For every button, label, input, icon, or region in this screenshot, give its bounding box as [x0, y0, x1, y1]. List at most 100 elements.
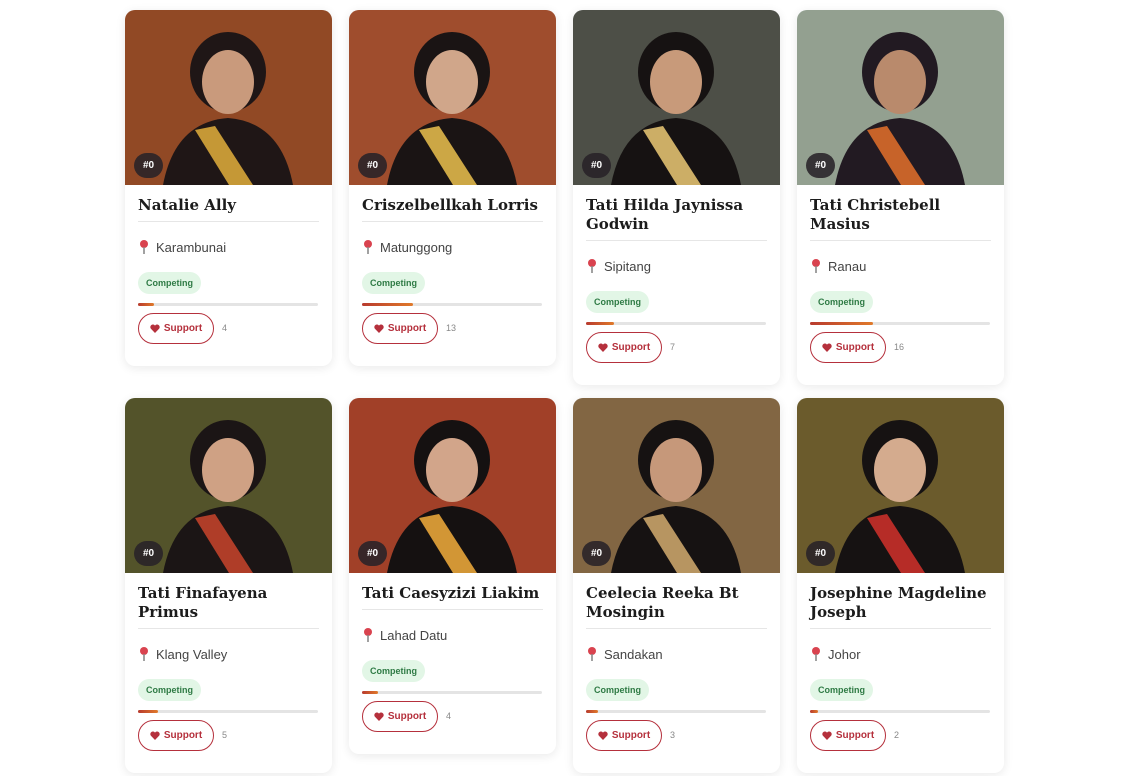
vote-count: 16 [894, 342, 905, 352]
rank-badge: #0 [806, 153, 835, 178]
contestant-name[interactable]: Criszelbellkah Lorris [362, 196, 543, 222]
contestant-photo[interactable]: #0 [125, 398, 332, 573]
support-button[interactable]: Support [810, 719, 886, 751]
location-text: Lahad Datu [380, 627, 448, 643]
vote-progress-bar [362, 691, 542, 694]
contestant-card[interactable]: #0 Natalie Ally Karambunai Competing Sup… [125, 10, 332, 366]
location-pin-icon [588, 259, 596, 273]
vote-count: 7 [670, 342, 676, 352]
location-row: Matunggong [362, 238, 543, 256]
support-button[interactable]: Support [362, 312, 438, 344]
contestant-photo[interactable]: #0 [797, 398, 1004, 573]
contestant-photo[interactable]: #0 [573, 398, 780, 573]
location-text: Karambunai [156, 239, 227, 255]
location-pin-icon [812, 259, 820, 273]
vote-count: 2 [894, 730, 900, 740]
vote-progress-bar [810, 322, 990, 325]
location-text: Johor [828, 646, 861, 662]
heart-icon [374, 712, 384, 721]
contestant-card[interactable]: #0 Tati Caesyzizi Liakim Lahad Datu Comp… [349, 398, 556, 754]
card-actions: Support 4 [138, 312, 319, 344]
status-badge: Competing [138, 272, 201, 294]
location-row: Lahad Datu [362, 626, 543, 644]
location-pin-icon [364, 628, 372, 642]
card-actions: Support 2 [810, 719, 991, 751]
rank-badge: #0 [806, 541, 835, 566]
contestant-name[interactable]: Josephine Magdeline Joseph [810, 584, 991, 629]
contestant-name[interactable]: Natalie Ally [138, 196, 319, 222]
heart-icon [374, 324, 384, 333]
status-badge: Competing [810, 291, 873, 313]
location-pin-icon [140, 647, 148, 661]
rank-badge: #0 [134, 153, 163, 178]
support-button[interactable]: Support [810, 331, 886, 363]
contestant-photo[interactable]: #0 [349, 398, 556, 573]
vote-progress-bar [138, 303, 318, 306]
contestant-card[interactable]: #0 Criszelbellkah Lorris Matunggong Comp… [349, 10, 556, 366]
location-pin-icon [812, 647, 820, 661]
status-badge: Competing [362, 272, 425, 294]
support-label: Support [611, 341, 651, 353]
support-label: Support [163, 322, 203, 334]
support-label: Support [835, 341, 875, 353]
rank-badge: #0 [582, 153, 611, 178]
contestant-name[interactable]: Ceelecia Reeka Bt Mosingin [586, 584, 767, 629]
contestant-name[interactable]: Tati Christebell Masius [810, 196, 991, 241]
location-pin-icon [588, 647, 596, 661]
vote-progress-fill [586, 322, 614, 325]
heart-icon [598, 731, 608, 740]
card-actions: Support 13 [362, 312, 543, 344]
location-row: Sandakan [586, 645, 767, 663]
rank-badge: #0 [582, 541, 611, 566]
support-button[interactable]: Support [138, 719, 214, 751]
contestant-photo[interactable]: #0 [797, 10, 1004, 185]
vote-progress-fill [362, 303, 413, 306]
vote-progress-bar [810, 710, 990, 713]
contestant-name[interactable]: Tati Caesyzizi Liakim [362, 584, 543, 610]
contestant-card[interactable]: #0 Tati Finafayena Primus Klang Valley C… [125, 398, 332, 773]
heart-icon [150, 324, 160, 333]
heart-icon [150, 731, 160, 740]
vote-progress-bar [586, 322, 766, 325]
contestant-name[interactable]: Tati Finafayena Primus [138, 584, 319, 629]
card-actions: Support 3 [586, 719, 767, 751]
vote-count: 13 [446, 323, 457, 333]
contestant-card[interactable]: #0 Tati Hilda Jaynissa Godwin Sipitang C… [573, 10, 780, 385]
card-actions: Support 4 [362, 700, 543, 732]
vote-progress-bar [362, 303, 542, 306]
support-button[interactable]: Support [586, 719, 662, 751]
support-button[interactable]: Support [362, 700, 438, 732]
vote-progress-fill [138, 303, 154, 306]
vote-count: 4 [222, 323, 228, 333]
location-text: Matunggong [380, 239, 453, 255]
vote-progress-fill [810, 322, 873, 325]
location-row: Sipitang [586, 257, 767, 275]
contestant-photo[interactable]: #0 [125, 10, 332, 185]
vote-progress-bar [138, 710, 318, 713]
vote-progress-fill [138, 710, 158, 713]
support-label: Support [835, 729, 875, 741]
support-label: Support [611, 729, 651, 741]
support-label: Support [387, 322, 427, 334]
status-badge: Competing [362, 660, 425, 682]
location-row: Karambunai [138, 238, 319, 256]
vote-count: 4 [446, 711, 452, 721]
location-pin-icon [364, 240, 372, 254]
contestant-photo[interactable]: #0 [349, 10, 556, 185]
location-text: Ranau [828, 258, 867, 274]
contestant-card[interactable]: #0 Josephine Magdeline Joseph Johor Comp… [797, 398, 1004, 773]
heart-icon [822, 731, 832, 740]
contestant-name[interactable]: Tati Hilda Jaynissa Godwin [586, 196, 767, 241]
location-pin-icon [140, 240, 148, 254]
rank-badge: #0 [134, 541, 163, 566]
contestant-card[interactable]: #0 Ceelecia Reeka Bt Mosingin Sandakan C… [573, 398, 780, 773]
contestant-photo[interactable]: #0 [573, 10, 780, 185]
vote-progress-fill [362, 691, 378, 694]
support-button[interactable]: Support [138, 312, 214, 344]
rank-badge: #0 [358, 541, 387, 566]
vote-progress-fill [586, 710, 598, 713]
contestant-card[interactable]: #0 Tati Christebell Masius Ranau Competi… [797, 10, 1004, 385]
support-button[interactable]: Support [586, 331, 662, 363]
card-actions: Support 16 [810, 331, 991, 363]
location-text: Klang Valley [156, 646, 228, 662]
